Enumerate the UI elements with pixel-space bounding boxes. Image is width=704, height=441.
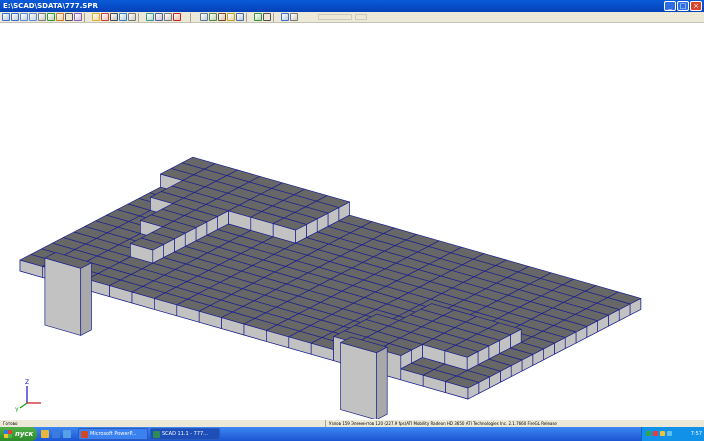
settings-icon[interactable] [290,13,298,21]
pan-icon[interactable] [47,13,55,21]
toolbar-separator [190,13,191,22]
start-button[interactable]: пуск [0,427,37,441]
minimize-button[interactable]: _ [664,1,676,11]
element-numbers-icon[interactable] [119,13,127,21]
quicklaunch-folder-icon[interactable] [41,430,49,438]
window-title: E:\SCAD\SDATA\777.SPR [3,2,98,10]
window-title-bar: E:\SCAD\SDATA\777.SPR _ □ × [0,0,704,12]
model-viewport[interactable]: Z Y [0,23,704,421]
svg-text:Z: Z [25,379,29,386]
quicklaunch-browser-icon[interactable] [52,430,60,438]
network-icon[interactable] [646,431,651,436]
key-icon[interactable] [227,13,235,21]
powerpoint-icon [81,431,88,438]
cursor-icon[interactable] [65,13,73,21]
axes-icon[interactable] [173,13,181,21]
grid-icon[interactable] [164,13,172,21]
toolbar-separator [246,13,247,22]
shading-icon[interactable] [74,13,82,21]
zoom-window-icon[interactable] [20,13,28,21]
color-icon[interactable] [101,13,109,21]
start-label: пуск [15,430,34,438]
clock: 7:57 [690,431,702,437]
taskbar: пуск Microsoft PowerP... SCAD 11.1 - 777… [0,427,704,441]
toolbar-separator [138,13,139,22]
layers-icon[interactable] [155,13,163,21]
zoom-in-icon[interactable] [2,13,10,21]
disabled-combo-box [318,14,352,20]
close-button[interactable]: × [690,1,702,11]
dimension-icon[interactable] [209,13,217,21]
zoom-extent-icon[interactable] [29,13,37,21]
refresh-icon[interactable] [254,13,262,21]
rotate-icon[interactable] [56,13,64,21]
system-tray: 7:57 [641,427,704,441]
coordinate-axes-icon: Z Y [14,379,41,414]
windows-logo-icon [4,430,12,438]
task-label: Microsoft PowerP... [90,431,137,437]
volume-icon[interactable] [660,431,665,436]
svg-text:Y: Y [14,407,19,414]
disabled-small-box [355,14,367,20]
camera-icon[interactable] [200,13,208,21]
help-icon[interactable] [281,13,289,21]
zoom-out-icon[interactable] [11,13,19,21]
quicklaunch-desktop-icon[interactable] [63,430,71,438]
fragment-icon[interactable] [146,13,154,21]
taskbar-item-scad[interactable]: SCAD 11.1 - 777... [150,428,220,440]
security-icon[interactable] [653,431,658,436]
section-icon[interactable] [236,13,244,21]
maximize-button[interactable]: □ [677,1,689,11]
scad-icon [153,431,160,438]
link-icon[interactable] [218,13,226,21]
taskbar-item-powerpoint[interactable]: Microsoft PowerP... [78,428,148,440]
node-numbers-icon[interactable] [110,13,118,21]
filter-icon[interactable] [128,13,136,21]
task-label: SCAD 11.1 - 777... [162,431,208,437]
toolbar-separator [273,13,274,22]
language-icon[interactable] [667,431,672,436]
toolbar-separator [84,13,85,22]
zoom-prev-icon[interactable] [38,13,46,21]
fill-icon[interactable] [92,13,100,21]
status-bar: Готово Узлов 159 Элементов 120 (227.9 fp… [0,419,704,428]
main-toolbar [0,12,704,23]
print-icon[interactable] [263,13,271,21]
window-controls: _ □ × [664,1,702,11]
